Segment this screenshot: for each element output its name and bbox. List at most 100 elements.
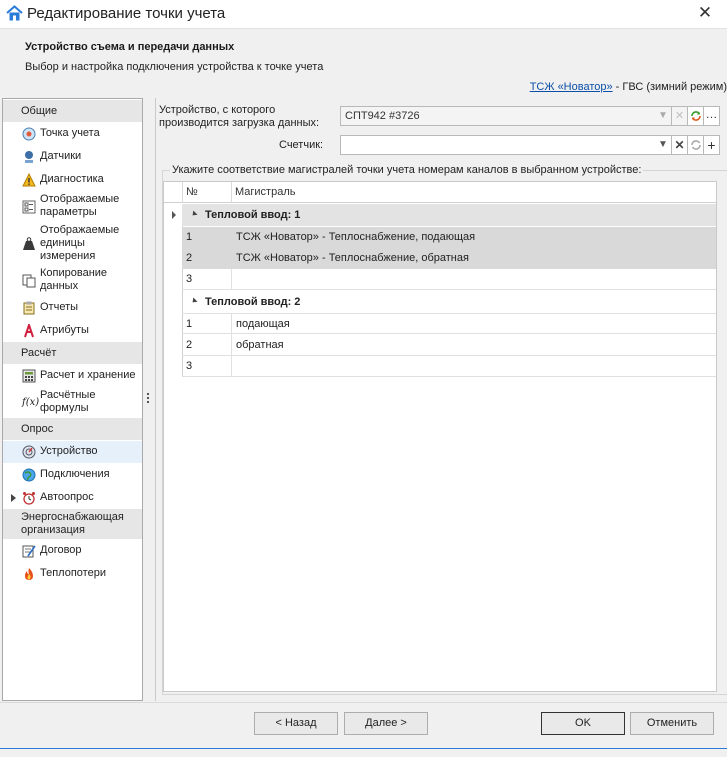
sidebar-item-label: Теплопотери	[40, 567, 106, 579]
device-label: Устройство, с которого производится загр…	[159, 104, 320, 129]
cell-main[interactable]: обратная	[236, 339, 284, 351]
device-more-button[interactable]: …	[704, 106, 720, 126]
table-row[interactable]: 2 ТСЖ «Новатор» - Теплоснабжение, обратн…	[182, 248, 716, 269]
table-row[interactable]: 3	[182, 269, 716, 290]
device-select[interactable]: СПТ942 #3726 ▼	[340, 106, 672, 126]
calculator-icon	[22, 369, 36, 383]
sidebar: Общие Точка учета Датчики Диагностика От…	[2, 98, 143, 701]
column-header-main[interactable]: Магистраль	[235, 186, 295, 198]
sidebar-group-polling: Опрос	[3, 418, 142, 440]
breadcrumb: ТСЖ «Новатор» - ГВС (зимний режим)	[530, 81, 727, 93]
sidebar-item-label: Договор	[40, 544, 82, 556]
sidebar-item-label: Расчет и хранение	[40, 369, 136, 381]
page-subtitle: Выбор и настройка подключения устройства…	[25, 61, 324, 73]
sidebar-item-units[interactable]: Отображаемые единицы измерения	[3, 223, 142, 265]
group-title: Тепловой ввод: 2	[205, 296, 301, 308]
meter-point-icon	[22, 127, 36, 141]
sidebar-item-reports[interactable]: Отчеты	[3, 297, 142, 319]
sidebar-item-connections[interactable]: Подключения	[3, 464, 142, 486]
close-icon[interactable]: ✕	[693, 2, 717, 24]
sidebar-item-label: Отображаемые единицы измерения	[40, 224, 120, 262]
cancel-button[interactable]: Отменить	[630, 712, 714, 735]
sidebar-item-label: Отображаемые параметры	[40, 193, 120, 218]
cell-number: 2	[186, 252, 193, 264]
cell-number: 2	[186, 339, 193, 351]
flame-icon	[25, 568, 33, 580]
collapse-icon[interactable]	[190, 210, 198, 218]
cell-main[interactable]: ТСЖ «Новатор» - Теплоснабжение, обратная	[236, 252, 469, 264]
device-icon	[22, 445, 36, 459]
formula-icon: f(x)	[22, 397, 40, 408]
accent-line	[0, 748, 727, 749]
sidebar-item-label: Копирование данных	[40, 267, 108, 292]
copy-icon	[22, 274, 36, 288]
group-row-heat-input-1[interactable]: Тепловой ввод: 1	[182, 204, 716, 226]
row-indicator-icon	[172, 211, 176, 219]
ok-button[interactable]: OK	[541, 712, 625, 735]
contract-icon	[22, 545, 36, 558]
sidebar-item-label: Подключения	[40, 468, 110, 480]
sidebar-item-heatloss[interactable]: Теплопотери	[3, 563, 142, 585]
column-header-number[interactable]: №	[186, 186, 198, 198]
cell-main[interactable]: подающая	[236, 318, 290, 330]
sidebar-item-label: Расчётные формулы	[40, 389, 96, 414]
next-button[interactable]: Далее >	[344, 712, 428, 735]
counter-refresh-button[interactable]	[688, 135, 704, 155]
sidebar-item-copy[interactable]: Копирование данных	[3, 266, 142, 296]
cell-number: 3	[186, 273, 193, 285]
sidebar-item-label: Устройство	[40, 445, 98, 457]
table-row[interactable]: 3	[182, 356, 716, 377]
sidebar-item-label: Точка учета	[40, 127, 100, 139]
alarm-clock-icon	[23, 492, 35, 505]
mapping-label: Укажите соответствие магистралей точки у…	[170, 164, 644, 176]
refresh-icon	[690, 140, 701, 150]
sidebar-item-diagnostics[interactable]: Диагностика	[3, 169, 142, 191]
table-row[interactable]: 1 ТСЖ «Новатор» - Теплоснабжение, подающ…	[182, 227, 716, 248]
parameters-icon	[22, 200, 36, 214]
title-bar: Редактирование точки учета ✕	[0, 0, 727, 28]
org-link[interactable]: ТСЖ «Новатор»	[530, 81, 613, 93]
sidebar-item-label: Автоопрос	[40, 491, 94, 503]
chevron-down-icon[interactable]: ▼	[655, 136, 671, 154]
sidebar-item-autopoll[interactable]: Автоопрос	[3, 487, 142, 509]
sidebar-item-device[interactable]: Устройство	[3, 441, 142, 463]
cell-number: 3	[186, 360, 193, 372]
sidebar-item-meter-point[interactable]: Точка учета	[3, 123, 142, 145]
grid-header: № Магистраль	[164, 182, 716, 203]
device-refresh-button[interactable]	[688, 106, 704, 126]
splitter-handle[interactable]	[146, 393, 150, 407]
sidebar-item-label: Диагностика	[40, 173, 104, 185]
sensor-icon	[25, 151, 33, 163]
table-row[interactable]: 1 подающая	[182, 313, 716, 335]
sidebar-item-label: Отчеты	[40, 301, 79, 313]
channel-mapping-grid: № Магистраль Тепловой ввод: 1 1 ТСЖ «Нов…	[163, 181, 717, 692]
back-button[interactable]: < Назад	[254, 712, 338, 735]
refresh-icon	[690, 111, 701, 121]
sidebar-item-parameters[interactable]: Отображаемые параметры	[3, 192, 142, 222]
counter-select[interactable]: ▼	[340, 135, 672, 155]
counter-clear-button[interactable]: ✕	[672, 135, 688, 155]
sidebar-item-calc-storage[interactable]: Расчет и хранение	[3, 365, 142, 387]
sidebar-item-contract[interactable]: Договор	[3, 540, 142, 562]
cell-main[interactable]: ТСЖ «Новатор» - Теплоснабжение, подающая	[236, 231, 475, 243]
breadcrumb-suffix: - ГВС (зимний режим)	[612, 81, 727, 93]
expand-arrow-icon[interactable]	[11, 494, 16, 502]
group-title: Тепловой ввод: 1	[205, 209, 301, 221]
sidebar-item-formulas[interactable]: f(x) Расчётные формулы	[3, 388, 142, 418]
device-select-value: СПТ942 #3726	[345, 110, 420, 122]
sidebar-group-calculation: Расчёт	[3, 342, 142, 364]
sidebar-item-label: Атрибуты	[40, 324, 89, 336]
attribute-icon	[24, 324, 34, 338]
sidebar-group-general: Общие	[3, 100, 142, 122]
chevron-down-icon[interactable]: ▼	[655, 107, 671, 125]
report-icon	[23, 301, 35, 315]
device-clear-button[interactable]: ✕	[672, 106, 688, 126]
sidebar-item-sensors[interactable]: Датчики	[3, 146, 142, 168]
sidebar-item-attributes[interactable]: Атрибуты	[3, 320, 142, 342]
warning-icon	[22, 173, 36, 187]
collapse-icon[interactable]	[190, 297, 198, 305]
counter-add-button[interactable]: +	[704, 135, 720, 155]
table-row[interactable]: 2 обратная	[182, 335, 716, 356]
counter-label: Счетчик:	[279, 139, 324, 151]
group-row-heat-input-2[interactable]: Тепловой ввод: 2	[182, 291, 716, 313]
